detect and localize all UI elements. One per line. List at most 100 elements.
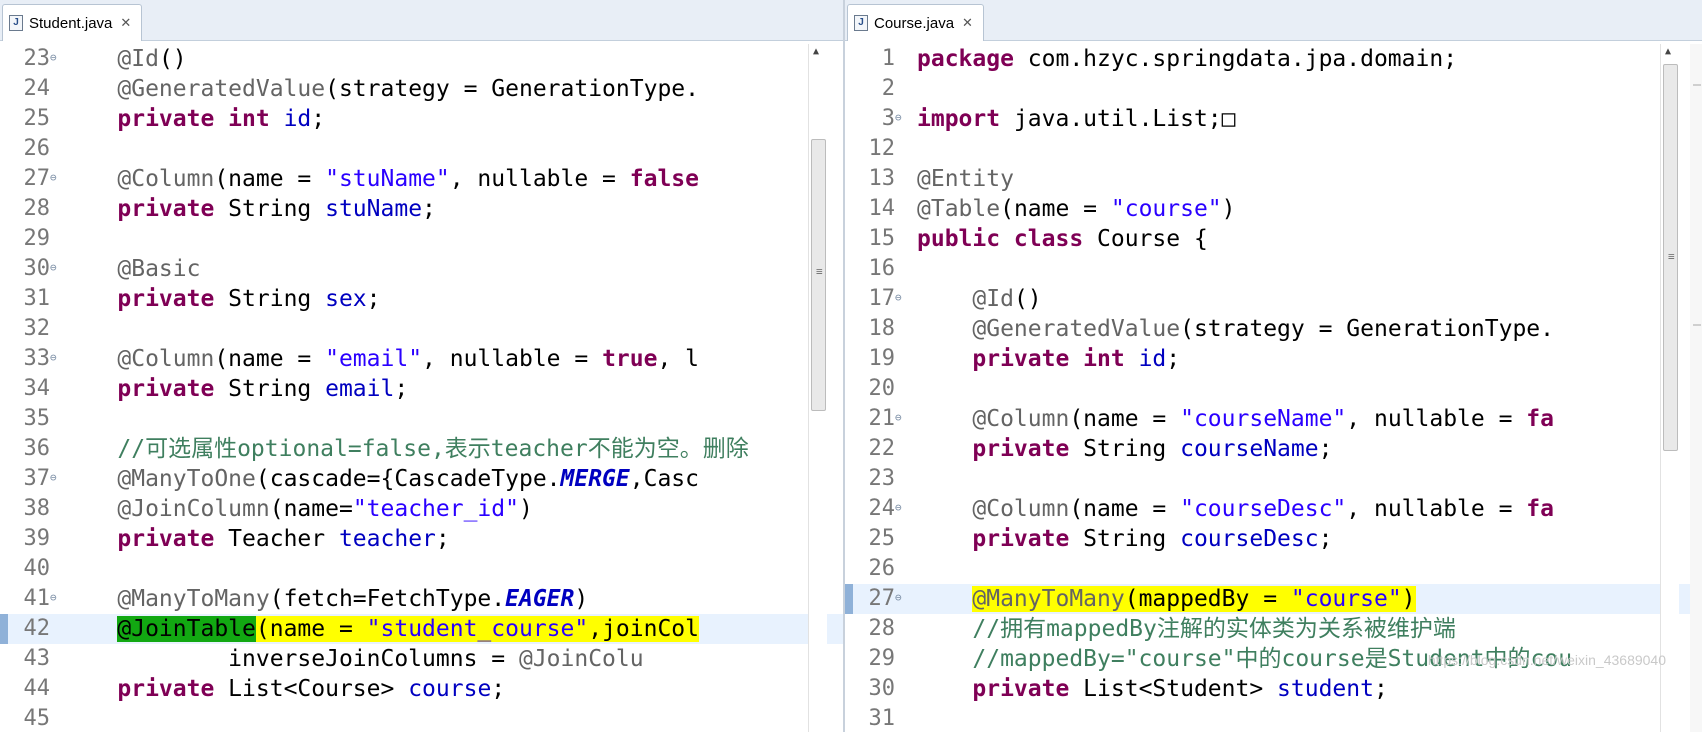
code-line[interactable]: 28 private String stuName; — [0, 194, 843, 224]
code-line[interactable]: 33 ⊖ @Column(name = "email", nullable = t… — [0, 344, 843, 374]
code-text: @Table(name = "course") — [917, 196, 1236, 222]
code-line[interactable]: 45 — [0, 704, 843, 732]
code-text: @ManyToOne(cascade={CascadeType.MERGE,Ca… — [117, 466, 700, 492]
code-line[interactable]: 22 private String courseName; — [845, 434, 1702, 464]
code-line[interactable]: 31 private String sex; — [0, 284, 843, 314]
line-number: 41 — [23, 586, 51, 611]
line-number: 25 — [23, 106, 51, 131]
fold-toggle-icon[interactable]: ⊖ — [50, 172, 57, 184]
line-number: 23 — [23, 46, 51, 71]
code-line[interactable]: 28 //拥有mappedBy注解的实体类为关系被维护端 — [845, 614, 1702, 644]
code-line[interactable]: 38 @JoinColumn(name="teacher_id") — [0, 494, 843, 524]
code-line[interactable]: 17 ⊖ @Id() — [845, 284, 1702, 314]
code-line[interactable]: 34 private String email; — [0, 374, 843, 404]
fold-toggle-icon[interactable]: ⊖ — [895, 412, 902, 424]
fold-toggle-icon[interactable]: ⊖ — [50, 472, 57, 484]
line-number: 34 — [23, 376, 51, 401]
line-number: 28 — [23, 196, 51, 221]
code-line[interactable]: 35 — [0, 404, 843, 434]
code-line[interactable]: 24 @GeneratedValue(strategy = Generation… — [0, 74, 843, 104]
tab-course-java[interactable]: J Course.java ✕ — [847, 4, 984, 41]
scroll-up-icon[interactable]: ▲ — [1665, 46, 1671, 57]
code-line[interactable]: 15 public class Course { — [845, 224, 1702, 254]
right-scroll-thumb[interactable]: ≡ — [1663, 64, 1678, 451]
code-line[interactable]: 39 private Teacher teacher; — [0, 524, 843, 554]
code-line[interactable]: 41 ⊖ @ManyToMany(fetch=FetchType.EAGER) — [0, 584, 843, 614]
right-code-area[interactable]: 1 package com.hzyc.springdata.jpa.domain;… — [845, 44, 1702, 732]
line-number: 2 — [881, 76, 895, 101]
fold-toggle-icon[interactable]: ⊖ — [895, 292, 902, 304]
fold-toggle-icon[interactable]: ⊖ — [50, 262, 57, 274]
left-code-area[interactable]: 23 ⊖ @Id() 24 @GeneratedValue(strategy = G… — [0, 44, 843, 732]
right-vertical-scrollbar[interactable]: ▲ ≡ — [1660, 44, 1679, 732]
line-number: 44 — [23, 676, 51, 701]
code-line[interactable]: 43 inverseJoinColumns = @JoinColu — [0, 644, 843, 674]
watermark-text: https://blog.csdn.net/weixin_43689040 — [1427, 652, 1666, 668]
fold-toggle-icon[interactable]: ⊖ — [895, 502, 902, 514]
close-icon[interactable]: ✕ — [962, 15, 973, 31]
line-number: 22 — [868, 436, 896, 461]
code-line[interactable]: 26 — [0, 134, 843, 164]
code-line[interactable]: 32 — [0, 314, 843, 344]
line-number: 15 — [868, 226, 896, 251]
code-text: private int id; — [972, 346, 1181, 372]
code-line[interactable]: 42 @JoinTable(name = "student_course",jo… — [0, 614, 843, 644]
code-line[interactable]: 18 @GeneratedValue(strategy = Generation… — [845, 314, 1702, 344]
grip-icon: ≡ — [1668, 250, 1675, 263]
line-number: 19 — [868, 346, 896, 371]
line-number: 27 — [23, 166, 51, 191]
line-number: 45 — [23, 706, 51, 731]
code-text: @ManyToMany(fetch=FetchType.EAGER) — [117, 586, 589, 612]
java-file-icon: J — [9, 15, 23, 31]
line-number: 20 — [868, 376, 896, 401]
code-line[interactable]: 26 — [845, 554, 1702, 584]
code-line[interactable]: 31 — [845, 704, 1702, 732]
code-text: private int id; — [117, 106, 326, 132]
code-line[interactable]: 21 ⊖ @Column(name = "courseName", nullabl… — [845, 404, 1702, 434]
line-number: 31 — [868, 706, 896, 731]
code-line[interactable]: 36 //可选属性optional=false,表示teacher不能为空。删除 — [0, 434, 843, 464]
line-number: 26 — [868, 556, 896, 581]
code-text: @Column(name = "courseName", nullable = … — [972, 406, 1554, 432]
code-line[interactable]: 23 — [845, 464, 1702, 494]
code-line[interactable]: 25 private int id; — [0, 104, 843, 134]
close-icon[interactable]: ✕ — [120, 15, 131, 31]
code-line[interactable]: 16 — [845, 254, 1702, 284]
code-text: @Column(name = "courseDesc", nullable = … — [972, 496, 1554, 522]
fold-toggle-icon[interactable]: ⊖ — [895, 112, 902, 124]
code-line[interactable]: 27 ⊖ @Column(name = "stuName", nullable =… — [0, 164, 843, 194]
fold-toggle-icon[interactable]: ⊖ — [50, 592, 57, 604]
code-line[interactable]: 29 — [0, 224, 843, 254]
code-line[interactable]: 44 private List<Course> course; — [0, 674, 843, 704]
code-line[interactable]: 30 ⊖ @Basic — [0, 254, 843, 284]
tab-student-java[interactable]: J Student.java ✕ — [2, 4, 143, 41]
code-line[interactable]: 37 ⊖ @ManyToOne(cascade={CascadeType.MERG… — [0, 464, 843, 494]
code-line[interactable]: 2 — [845, 74, 1702, 104]
code-line[interactable]: 25 private String courseDesc; — [845, 524, 1702, 554]
overview-ruler[interactable] — [1690, 44, 1702, 732]
code-line[interactable]: 3 ⊖ import java.util.List;□ — [845, 104, 1702, 134]
fold-toggle-icon[interactable]: ⊖ — [50, 52, 57, 64]
code-text: private String stuName; — [117, 196, 436, 222]
code-line[interactable]: 19 private int id; — [845, 344, 1702, 374]
code-line[interactable]: 23 ⊖ @Id() — [0, 44, 843, 74]
code-line[interactable]: 1 package com.hzyc.springdata.jpa.domain; — [845, 44, 1702, 74]
scroll-up-icon[interactable]: ▲ — [813, 46, 819, 57]
code-line[interactable]: 20 — [845, 374, 1702, 404]
fold-toggle-icon[interactable]: ⊖ — [895, 592, 902, 604]
code-line[interactable]: 14 @Table(name = "course") — [845, 194, 1702, 224]
code-line[interactable]: 27 ⊖ @ManyToMany(mappedBy = "course") — [845, 584, 1702, 614]
code-text: private Teacher teacher; — [117, 526, 450, 552]
line-number: 42 — [23, 616, 51, 641]
line-number: 31 — [23, 286, 51, 311]
code-line[interactable]: 30 private List<Student> student; — [845, 674, 1702, 704]
line-number: 24 — [868, 496, 896, 521]
left-scroll-thumb[interactable]: ≡ — [811, 139, 826, 411]
code-line[interactable]: 12 — [845, 134, 1702, 164]
grip-icon: ≡ — [816, 265, 823, 278]
code-line[interactable]: 24 ⊖ @Column(name = "courseDesc", nullabl… — [845, 494, 1702, 524]
fold-toggle-icon[interactable]: ⊖ — [50, 352, 57, 364]
code-line[interactable]: 13 @Entity — [845, 164, 1702, 194]
code-line[interactable]: 40 — [0, 554, 843, 584]
left-vertical-scrollbar[interactable]: ▲ ≡ — [808, 44, 827, 732]
